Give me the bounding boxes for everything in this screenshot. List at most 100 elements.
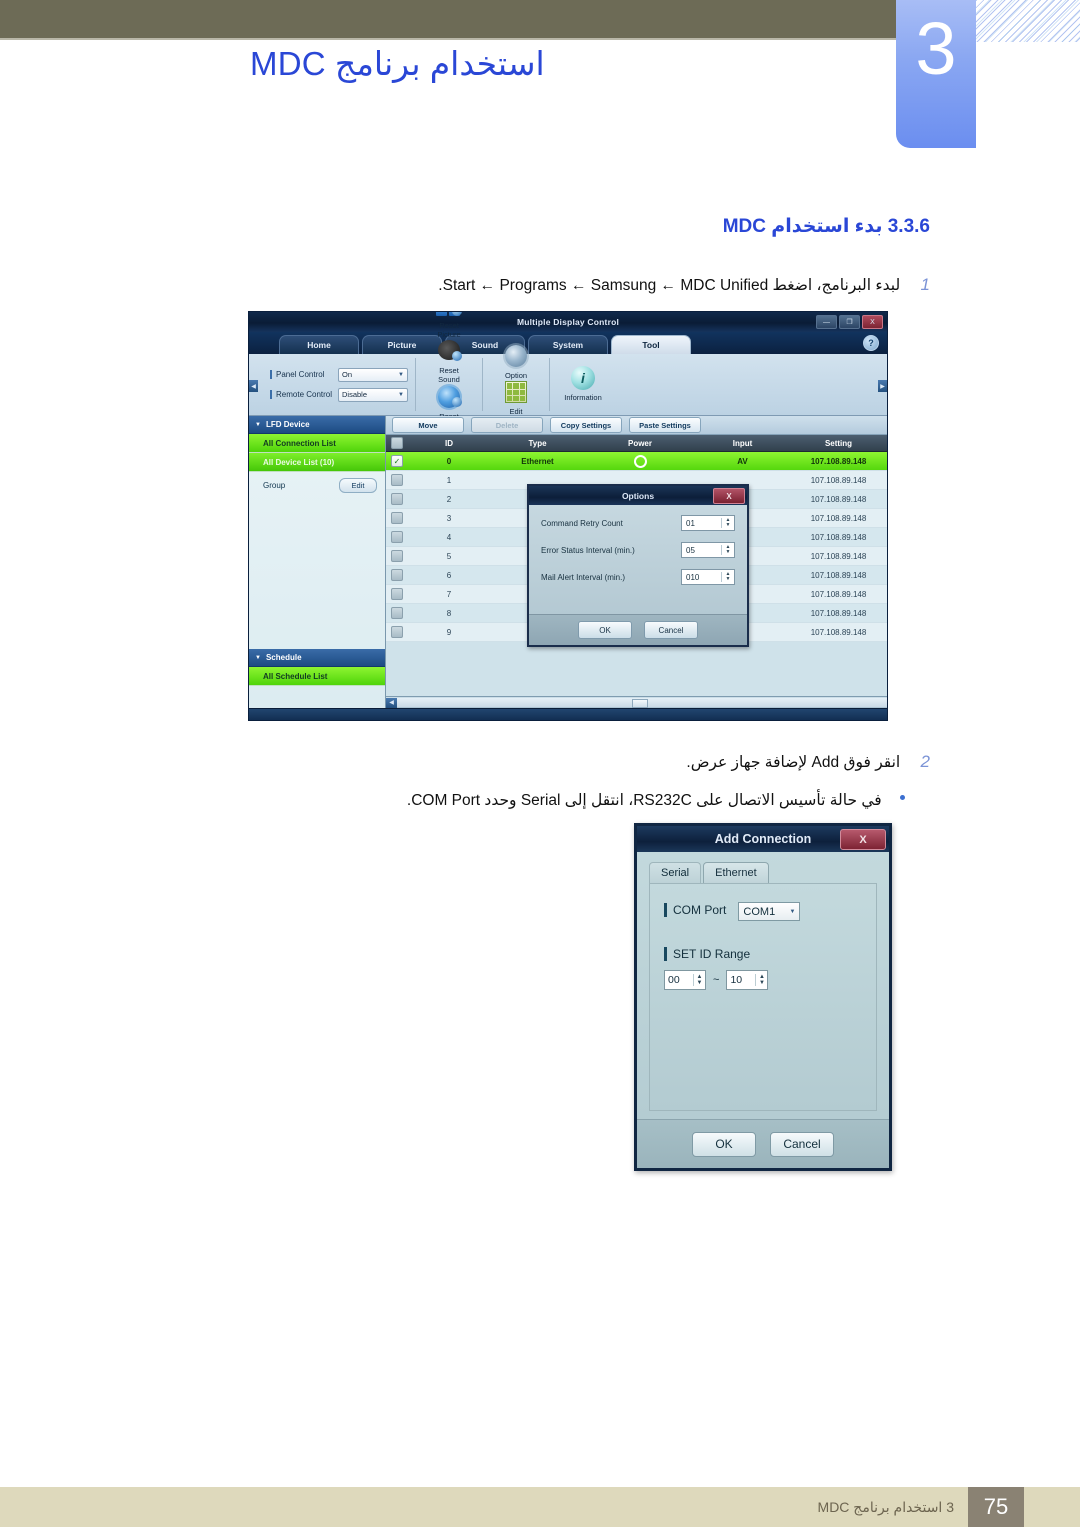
step-2: 2 انقر فوق Add لإضافة جهاز عرض. [686,752,930,772]
delete-button[interactable]: Delete [471,417,543,433]
sidebar-item-all-connection-list[interactable]: All Connection List [249,434,385,453]
information-button[interactable]: i Information [557,366,609,403]
chevron-down-icon: ▼ [255,421,261,428]
stepper-arrows-icon[interactable]: ▲ ▼ [721,572,734,582]
step-1-number: 1 [920,275,930,294]
reset-picture-button[interactable]: Reset Picture [423,312,475,339]
stepper-arrows-icon[interactable]: ▲ ▼ [721,545,734,555]
row-id: 1 [446,475,452,485]
bullet-dot-icon [900,795,905,801]
row-setting: 107.108.89.148 [810,608,867,618]
options-dialog-close-icon[interactable]: X [713,488,745,504]
tab-home[interactable]: Home [279,335,359,354]
mail-alert-interval-stepper[interactable]: 010 ▲ ▼ [681,569,735,585]
error-status-interval-value: 05 [686,545,695,555]
mdc-toolbar: Move Delete Copy Settings Paste Settings [386,416,887,435]
row-checkbox[interactable] [386,528,408,546]
com-port-select[interactable]: COM1 ▼ [738,902,801,921]
tab-tool[interactable]: Tool [611,335,691,354]
horizontal-scrollbar[interactable]: ◀ [386,696,887,708]
row-checkbox[interactable] [386,566,408,584]
close-button[interactable]: X [862,315,883,329]
ribbon-group-controls: Panel Control On ▼ Remote Control Disabl… [263,358,416,411]
scrollbar-track[interactable] [397,698,887,708]
options-dialog-body: Command Retry Count 01 ▲ ▼ Error Status I… [529,505,747,645]
tab-serial[interactable]: Serial [649,862,702,883]
row-checkbox[interactable] [386,509,408,527]
copy-settings-button[interactable]: Copy Settings [550,417,622,433]
set-id-from-value: 00 [668,974,680,986]
error-status-interval-stepper[interactable]: 05 ▲ ▼ [681,542,735,558]
panel-control-value: On [342,370,353,379]
reset-sound-button[interactable]: Reset Sound [423,339,475,384]
set-id-range-field: SET ID Range 00 ▲ ▼ ~ 10 ▲ ▼ [664,947,862,990]
row-checkbox[interactable] [386,547,408,565]
page-header-divider [0,38,896,40]
remote-control-select[interactable]: Disable ▼ [338,387,408,402]
corner-hatch-decoration-2 [976,0,1080,42]
row-checkbox[interactable] [386,471,408,489]
sidebar-header-schedule[interactable]: ▼ Schedule [249,649,385,667]
command-retry-count-stepper[interactable]: 01 ▲ ▼ [681,515,735,531]
group-edit-button[interactable]: Edit [339,478,377,493]
stepper-arrows-icon[interactable]: ▲ ▼ [693,974,705,986]
column-header-checkbox[interactable] [386,435,408,451]
add-connection-cancel-button[interactable]: Cancel [770,1131,834,1157]
add-connection-ok-button[interactable]: OK [692,1131,756,1157]
reset-picture-label-2: Picture [437,329,461,339]
remote-control-row: Remote Control Disable ▼ [270,387,408,402]
tab-ethernet[interactable]: Ethernet [703,862,769,883]
stepper-arrows-icon[interactable]: ▲ ▼ [721,518,734,528]
options-dialog-title: Options [621,490,655,501]
help-icon[interactable]: ? [863,335,879,351]
sidebar-item-all-device-list[interactable]: All Device List (10) [249,453,385,472]
table-row[interactable]: ✓ 0 Ethernet AV 107.108.89.148 [386,452,887,471]
row-input: AV [737,456,748,466]
row-id: 2 [446,494,452,504]
row-checkbox[interactable] [386,604,408,622]
chevron-down-icon: ▼ [255,654,261,661]
options-dialog: Options X Command Retry Count 01 ▲ ▼ Erro… [527,484,749,647]
maximize-button[interactable]: ❐ [839,315,860,329]
row-checkbox[interactable]: ✓ [386,452,408,470]
minimize-button[interactable]: — [816,315,837,329]
row-checkbox[interactable] [386,490,408,508]
sidebar-item-all-schedule-list[interactable]: All Schedule List [249,667,385,686]
options-ok-button[interactable]: OK [578,621,632,639]
column-header-id[interactable]: ID [408,435,490,451]
mdc-titlebar: Multiple Display Control — ❐ X [249,312,887,332]
ribbon-scroll-right-icon[interactable]: ▶ [878,380,887,392]
ribbon-scroll-left-icon[interactable]: ◀ [249,380,258,392]
paste-settings-button[interactable]: Paste Settings [629,417,701,433]
chapter-number-badge: 3 [896,0,976,148]
options-cancel-button[interactable]: Cancel [644,621,698,639]
stepper-arrows-icon[interactable]: ▲ ▼ [755,974,767,986]
error-status-interval-label: Error Status Interval (min.) [541,545,635,555]
mail-alert-interval-label: Mail Alert Interval (min.) [541,572,626,582]
column-header-setting[interactable]: Setting [790,435,887,451]
add-connection-close-icon[interactable]: X [840,829,886,850]
reset-sound-label-2: Sound [438,374,460,384]
set-id-to-stepper[interactable]: 10 ▲ ▼ [726,970,769,990]
panel-control-select[interactable]: On ▼ [338,367,408,382]
column-header-type[interactable]: Type [490,435,585,451]
column-header-input[interactable]: Input [695,435,790,451]
ribbon-group-tools: Option Edit Column [483,344,550,424]
row-setting: 107.108.89.148 [810,589,867,599]
row-checkbox[interactable] [386,623,408,641]
move-button[interactable]: Move [392,417,464,433]
chevron-down-icon: ▼ [398,391,404,398]
scroll-left-icon[interactable]: ◀ [386,697,397,708]
com-port-field: COM Port COM1 ▼ [664,902,862,921]
row-setting: 107.108.89.148 [810,513,867,523]
edit-column-icon [503,380,529,406]
row-setting: 107.108.89.148 [810,456,867,466]
com-port-label: COM Port [664,903,726,918]
scrollbar-thumb[interactable] [632,699,649,708]
sidebar-header-lfd-device[interactable]: ▼ LFD Device [249,416,385,434]
option-button[interactable]: Option [490,344,542,381]
column-header-power[interactable]: Power [585,435,695,451]
options-dialog-titlebar: Options X [529,486,747,505]
row-checkbox[interactable] [386,585,408,603]
set-id-from-stepper[interactable]: 00 ▲ ▼ [664,970,706,990]
